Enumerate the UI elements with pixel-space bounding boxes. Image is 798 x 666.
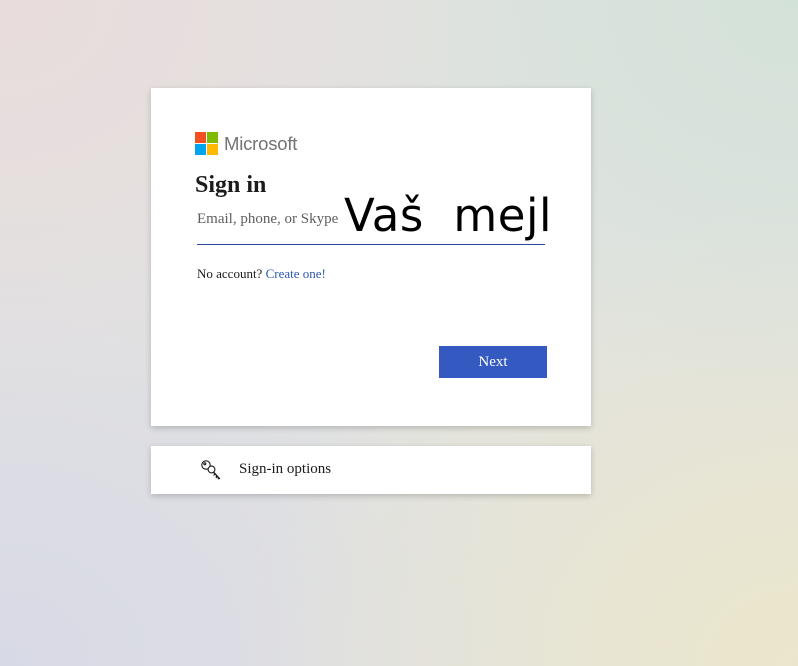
signin-options-label: Sign-in options <box>239 461 332 477</box>
email-field[interactable] <box>197 206 347 232</box>
next-button[interactable]: Next <box>439 346 547 378</box>
overlay-text: Vaš mejl <box>344 189 552 242</box>
no-account-row: No account? Create one! <box>197 266 326 282</box>
microsoft-logo-icon <box>195 132 218 155</box>
signin-card: Microsoft Sign in Vaš mejl No account? C… <box>151 88 591 426</box>
logo-text: Microsoft <box>224 132 298 154</box>
no-account-text: No account? <box>197 266 263 281</box>
email-field-container: Vaš mejl <box>197 190 551 245</box>
signin-options-button[interactable]: Sign-in options <box>151 446 591 494</box>
key-icon <box>201 460 221 480</box>
create-account-link[interactable]: Create one! <box>266 266 326 281</box>
microsoft-logo: Microsoft <box>195 132 297 155</box>
